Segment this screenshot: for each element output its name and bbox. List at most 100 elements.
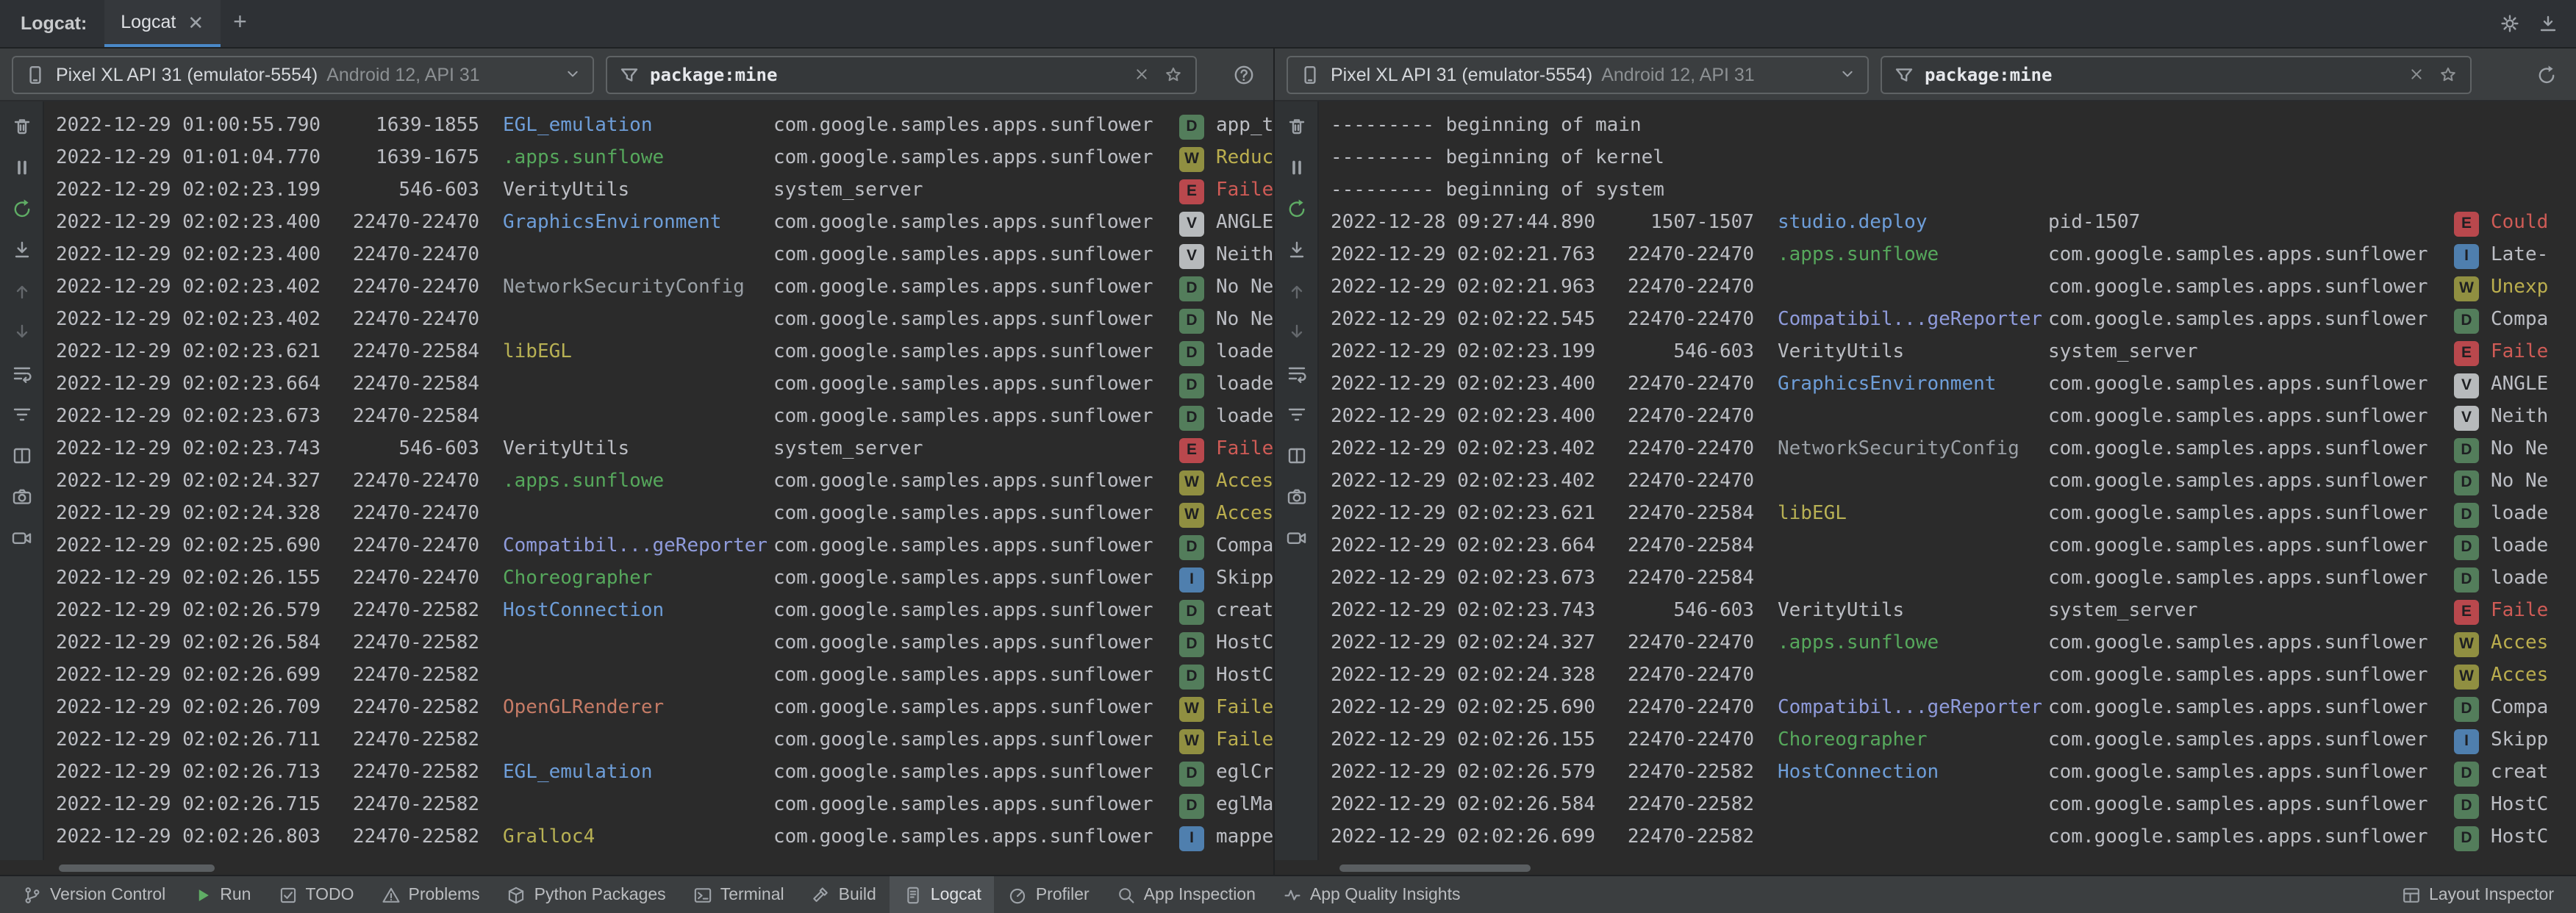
collapse-icon[interactable] bbox=[5, 398, 37, 431]
hide-tool-window-icon[interactable] bbox=[2532, 7, 2564, 40]
log-row[interactable]: 2022-12-29 02:02:24.327 22470-22470 .apps.… bbox=[1331, 628, 2576, 660]
log-row[interactable]: 2022-12-29 02:02:26.709 22470-22582 OpenGL… bbox=[56, 692, 1273, 725]
log-row[interactable]: 2022-12-29 02:02:26.699 22470-22582 com.go… bbox=[56, 660, 1273, 692]
log-row[interactable]: 2022-12-29 02:02:26.715 22470-22582 com.go… bbox=[56, 790, 1273, 822]
next-occurrence-icon[interactable] bbox=[5, 316, 37, 348]
log-row[interactable]: 2022-12-28 09:27:44.890 1507-1507 studio.d… bbox=[1331, 207, 2576, 240]
soft-wrap-icon[interactable] bbox=[1280, 357, 1312, 390]
log-row[interactable]: 2022-12-29 02:02:24.328 22470-22470 com.go… bbox=[56, 498, 1273, 531]
pause-icon[interactable] bbox=[5, 151, 37, 184]
status-item-todo[interactable]: TODO bbox=[264, 876, 367, 913]
screen-record-icon[interactable] bbox=[5, 522, 37, 554]
log-row[interactable]: 2022-12-29 02:02:25.690 22470-22470 Compat… bbox=[1331, 692, 2576, 725]
clear-icon[interactable] bbox=[1280, 110, 1312, 143]
log-row[interactable]: 2022-12-29 02:02:26.699 22470-22582 com.go… bbox=[1331, 822, 2576, 854]
screenshot-icon[interactable] bbox=[1280, 481, 1312, 513]
filter-input[interactable]: package:mine bbox=[606, 55, 1197, 93]
log-row[interactable]: 2022-12-29 02:02:23.402 22470-22470 Networ… bbox=[1331, 434, 2576, 466]
status-item-logcat[interactable]: Logcat bbox=[889, 876, 995, 913]
add-tab-button[interactable]: + bbox=[220, 10, 260, 37]
log-row[interactable]: 2022-12-29 02:02:23.673 22470-22584 com.go… bbox=[1331, 563, 2576, 595]
log-row[interactable]: 2022-12-29 02:02:26.584 22470-22582 com.go… bbox=[1331, 790, 2576, 822]
previous-occurrence-icon[interactable] bbox=[1280, 275, 1312, 307]
log-row[interactable]: 2022-12-29 02:02:23.621 22470-22584 libEGL… bbox=[56, 337, 1273, 369]
status-item-build[interactable]: Build bbox=[798, 876, 890, 913]
log-row[interactable]: 2022-12-29 02:02:26.579 22470-22582 HostCo… bbox=[1331, 757, 2576, 790]
log-row[interactable]: 2022-12-29 02:02:26.584 22470-22582 com.go… bbox=[56, 628, 1273, 660]
next-occurrence-icon[interactable] bbox=[1280, 316, 1312, 348]
horizontal-scrollbar[interactable] bbox=[1339, 864, 1531, 871]
clear-filter-icon[interactable] bbox=[1129, 65, 1153, 84]
status-item-terminal[interactable]: Terminal bbox=[679, 876, 798, 913]
log-row[interactable]: 2022-12-29 02:02:23.400 22470-22470 Graphi… bbox=[56, 207, 1273, 240]
log-row[interactable]: 2022-12-29 01:00:55.790 1639-1855 EGL_emul… bbox=[56, 110, 1273, 143]
status-item-python-packages[interactable]: Python Packages bbox=[493, 876, 679, 913]
log-row[interactable]: 2022-12-29 02:02:23.400 22470-22470 Graphi… bbox=[1331, 369, 2576, 401]
split-panels-icon[interactable] bbox=[1280, 440, 1312, 472]
log-row[interactable]: 2022-12-29 02:02:26.713 22470-22582 EGL_em… bbox=[56, 757, 1273, 790]
device-selector[interactable]: Pixel XL API 31 (emulator-5554) Android … bbox=[12, 55, 594, 93]
split-panels-icon[interactable] bbox=[5, 440, 37, 472]
log-row[interactable]: 2022-12-29 02:02:26.155 22470-22470 Choreo… bbox=[56, 563, 1273, 595]
log-row[interactable]: 2022-12-29 02:02:23.199 546-603 VerityUtil… bbox=[56, 175, 1273, 207]
clear-filter-icon[interactable] bbox=[2404, 65, 2427, 84]
previous-occurrence-icon[interactable] bbox=[5, 275, 37, 307]
log-row[interactable]: 2022-12-29 02:02:23.402 22470-22470 com.go… bbox=[56, 304, 1273, 337]
close-tab-icon[interactable]: ✕ bbox=[187, 12, 204, 32]
log-row[interactable]: 2022-12-29 01:01:04.770 1639-1675 .apps.su… bbox=[56, 143, 1273, 175]
clear-icon[interactable] bbox=[5, 110, 37, 143]
log-row[interactable]: 2022-12-29 02:02:23.199 546-603 VerityUtil… bbox=[1331, 337, 2576, 369]
horizontal-scrollbar[interactable] bbox=[59, 864, 215, 871]
log-output[interactable]: 2022-12-29 01:00:55.790 1639-1855 EGL_emul… bbox=[44, 101, 1273, 860]
restart-logcat-icon[interactable] bbox=[2529, 57, 2564, 92]
favorite-filter-icon[interactable] bbox=[1162, 64, 1185, 85]
log-row[interactable]: 2022-12-29 02:02:25.690 22470-22470 Compat… bbox=[56, 531, 1273, 563]
log-row[interactable]: 2022-12-29 02:02:26.711 22470-22582 com.go… bbox=[56, 725, 1273, 757]
log-row[interactable]: --------- beginning of main bbox=[1331, 110, 2576, 143]
scroll-to-end-icon[interactable] bbox=[1280, 234, 1312, 266]
status-item-version-control[interactable]: Version Control bbox=[9, 876, 179, 913]
log-row[interactable]: 2022-12-29 02:02:21.963 22470-22470 com.go… bbox=[1331, 272, 2576, 304]
status-item-run[interactable]: Run bbox=[179, 876, 264, 913]
log-row[interactable]: 2022-12-29 02:02:23.743 546-603 VerityUtil… bbox=[1331, 595, 2576, 628]
log-row[interactable]: 2022-12-29 02:02:21.763 22470-22470 .apps.… bbox=[1331, 240, 2576, 272]
collapse-icon[interactable] bbox=[1280, 398, 1312, 431]
log-row[interactable]: 2022-12-29 02:02:23.673 22470-22584 com.go… bbox=[56, 401, 1273, 434]
status-item-app-quality-insights[interactable]: App Quality Insights bbox=[1269, 876, 1474, 913]
log-row[interactable]: 2022-12-29 02:02:26.803 22470-22582 Grallo… bbox=[56, 822, 1273, 854]
restart-icon[interactable] bbox=[5, 193, 37, 225]
log-row[interactable]: 2022-12-29 02:02:23.743 546-603 VerityUtil… bbox=[56, 434, 1273, 466]
log-message: Acces bbox=[1216, 503, 1273, 525]
scroll-to-end-icon[interactable] bbox=[5, 234, 37, 266]
log-row[interactable]: 2022-12-29 02:02:23.664 22470-22584 com.go… bbox=[1331, 531, 2576, 563]
log-row[interactable]: 2022-12-29 02:02:23.400 22470-22470 com.go… bbox=[1331, 401, 2576, 434]
help-icon[interactable] bbox=[1226, 57, 1262, 92]
device-selector[interactable]: Pixel XL API 31 (emulator-5554) Android … bbox=[1287, 55, 1869, 93]
log-row[interactable]: 2022-12-29 02:02:23.621 22470-22584 libEGL… bbox=[1331, 498, 2576, 531]
log-row[interactable]: 2022-12-29 02:02:24.328 22470-22470 com.go… bbox=[1331, 660, 2576, 692]
log-row[interactable]: 2022-12-29 02:02:23.402 22470-22470 com.go… bbox=[1331, 466, 2576, 498]
status-item-layout-inspector[interactable]: Layout Inspector bbox=[2388, 876, 2567, 913]
screenshot-icon[interactable] bbox=[5, 481, 37, 513]
log-row[interactable]: 2022-12-29 02:02:23.400 22470-22470 com.go… bbox=[56, 240, 1273, 272]
filter-input[interactable]: package:mine bbox=[1881, 55, 2472, 93]
settings-gear-icon[interactable] bbox=[2494, 7, 2526, 40]
log-output[interactable]: --------- beginning of main --------- beg… bbox=[1319, 101, 2576, 860]
soft-wrap-icon[interactable] bbox=[5, 357, 37, 390]
log-row[interactable]: --------- beginning of system bbox=[1331, 175, 2576, 207]
log-row[interactable]: --------- beginning of kernel bbox=[1331, 143, 2576, 175]
favorite-filter-icon[interactable] bbox=[2436, 64, 2460, 85]
log-row[interactable]: 2022-12-29 02:02:23.402 22470-22470 Networ… bbox=[56, 272, 1273, 304]
log-row[interactable]: 2022-12-29 02:02:23.664 22470-22584 com.go… bbox=[56, 369, 1273, 401]
screen-record-icon[interactable] bbox=[1280, 522, 1312, 554]
status-item-profiler[interactable]: Profiler bbox=[995, 876, 1103, 913]
restart-icon[interactable] bbox=[1280, 193, 1312, 225]
log-row[interactable]: 2022-12-29 02:02:24.327 22470-22470 .apps.… bbox=[56, 466, 1273, 498]
log-row[interactable]: 2022-12-29 02:02:22.545 22470-22470 Compat… bbox=[1331, 304, 2576, 337]
log-row[interactable]: 2022-12-29 02:02:26.155 22470-22470 Choreo… bbox=[1331, 725, 2576, 757]
status-item-app-inspection[interactable]: App Inspection bbox=[1103, 876, 1269, 913]
pause-icon[interactable] bbox=[1280, 151, 1312, 184]
log-row[interactable]: 2022-12-29 02:02:26.579 22470-22582 HostCo… bbox=[56, 595, 1273, 628]
tab-logcat[interactable]: Logcat ✕ bbox=[104, 0, 221, 47]
status-item-problems[interactable]: Problems bbox=[368, 876, 493, 913]
